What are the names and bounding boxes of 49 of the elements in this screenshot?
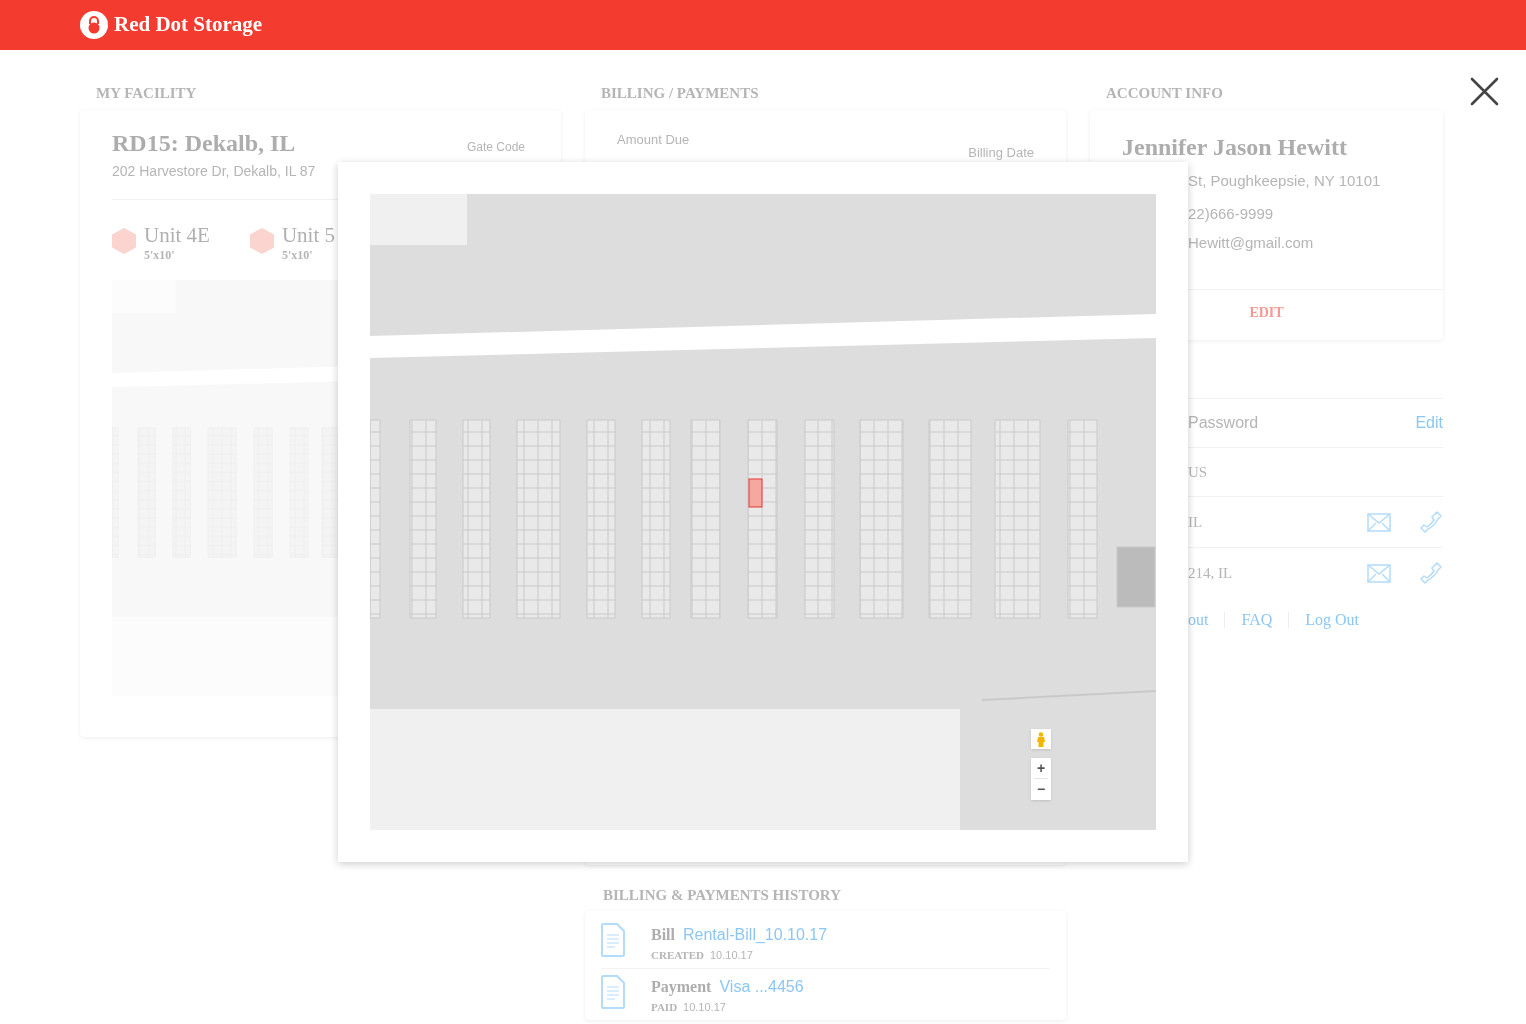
- account-name: Jennifer Jason Hewitt: [1121, 133, 1348, 162]
- history-type: Payment: [651, 976, 712, 998]
- edit-button[interactable]: EDIT: [1249, 301, 1284, 323]
- person-icon: [1037, 731, 1045, 747]
- billing-date-label: Billing Date: [968, 144, 1034, 159]
- logo-icon: [80, 11, 108, 39]
- history-date: 10.10.17: [710, 948, 753, 963]
- history-type: Bill: [651, 925, 675, 945]
- unit-name[interactable]: Unit 4E: [144, 224, 210, 246]
- unit-name[interactable]: Unit 5: [281, 224, 335, 246]
- history-link[interactable]: Visa ...4456: [719, 974, 804, 999]
- account-address: St, Poughkeepsie, NY 10101: [1187, 171, 1382, 191]
- password-label: Password: [1188, 413, 1259, 433]
- hexagon-icon: [249, 228, 274, 254]
- mail-icon[interactable]: [1367, 512, 1391, 532]
- footer-link[interactable]: FAQ: [1241, 608, 1273, 632]
- phone-icon[interactable]: [1419, 510, 1443, 534]
- footer-link[interactable]: Log Out: [1305, 608, 1360, 632]
- mail-icon[interactable]: [1367, 563, 1391, 583]
- account-email: Hewitt@gmail.com: [1187, 233, 1315, 253]
- section-heading: ACCOUNT INFO: [1105, 84, 1224, 103]
- unit-size: 5'x10': [281, 247, 314, 264]
- account-phone: 22)666-9999: [1187, 203, 1275, 224]
- history-status: PAID: [651, 999, 678, 1015]
- hexagon-icon: [112, 228, 136, 254]
- contacts-heading: US: [1188, 463, 1209, 482]
- edit-password-link[interactable]: Edit: [1415, 411, 1443, 435]
- amount-due-label: Amount Due: [617, 131, 690, 146]
- section-heading: MY FACILITY: [95, 84, 198, 103]
- contact-location: IL: [1188, 512, 1204, 532]
- history-date: 10.10.17: [683, 999, 726, 1015]
- history-status: CREATED: [651, 948, 704, 963]
- document-icon: [601, 974, 625, 1009]
- footer-link[interactable]: out: [1188, 608, 1209, 632]
- zoom-out-button[interactable]: −: [1031, 779, 1051, 799]
- facility-address: 202 Harvestore Dr, Dekalb, IL 87: [112, 162, 316, 181]
- document-icon: [601, 923, 625, 957]
- history-link[interactable]: Rental-Bill_10.10.17: [683, 923, 828, 947]
- contact-location: 214, IL: [1188, 563, 1234, 583]
- street-view-button[interactable]: [1031, 729, 1051, 749]
- close-button[interactable]: [1470, 77, 1499, 106]
- brand-name[interactable]: Red Dot Storage: [114, 9, 263, 41]
- gate-code-label: Gate Code: [466, 139, 525, 156]
- phone-icon[interactable]: [1419, 561, 1443, 585]
- section-heading: BILLING & PAYMENTS HISTORY: [602, 886, 842, 905]
- facility-name: RD15: Dekalb, IL: [112, 129, 297, 158]
- section-heading: BILLING / PAYMENTS: [600, 84, 760, 103]
- unit-size: 5'x10': [144, 247, 176, 264]
- zoom-in-button[interactable]: +: [1031, 758, 1051, 778]
